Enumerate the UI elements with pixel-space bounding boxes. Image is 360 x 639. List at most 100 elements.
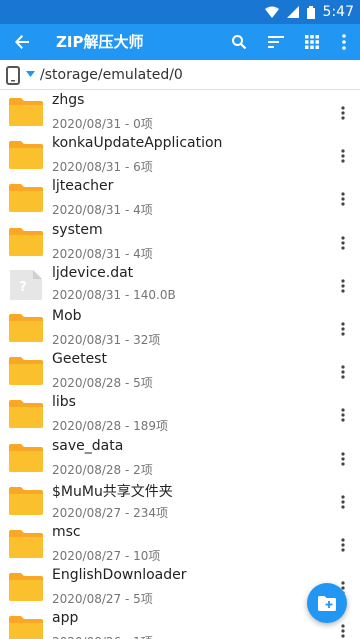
- folder-icon: [8, 97, 44, 127]
- file-list-item[interactable]: system 2020/08/31 - 4项: [0, 221, 360, 264]
- unknown-file-icon: ?: [8, 269, 44, 300]
- grid-view-icon: [305, 35, 319, 49]
- item-more-button[interactable]: [334, 533, 352, 557]
- item-more-button[interactable]: [334, 274, 352, 298]
- file-name: Mob: [52, 307, 82, 324]
- new-folder-button[interactable]: [307, 583, 347, 623]
- back-arrow-icon: [15, 35, 29, 49]
- more-vert-icon: [341, 279, 345, 293]
- file-list-item[interactable]: ? ljdevice.dat 2020/08/31 - 140.0B: [0, 264, 360, 307]
- file-name: system: [52, 221, 103, 238]
- more-vert-icon: [341, 149, 345, 163]
- file-meta: 2020/08/27 - 5项: [52, 592, 153, 607]
- new-folder-icon: [318, 595, 336, 611]
- overflow-menu-button[interactable]: [330, 28, 358, 56]
- folder-icon: [8, 486, 44, 516]
- file-name: app: [52, 610, 79, 627]
- folder-icon: [8, 227, 44, 257]
- sort-button[interactable]: [262, 28, 290, 56]
- file-list-item[interactable]: libs 2020/08/28 - 189项: [0, 393, 360, 436]
- file-meta: 2020/08/28 - 189项: [52, 419, 169, 434]
- folder-icon: [8, 356, 44, 386]
- back-button[interactable]: [8, 28, 36, 56]
- file-meta: 2020/08/31 - 4项: [52, 246, 153, 261]
- more-vert-icon: [341, 106, 345, 120]
- item-more-button[interactable]: [334, 101, 352, 125]
- dropdown-caret-icon[interactable]: [26, 71, 35, 77]
- more-vert-icon: [341, 192, 345, 206]
- file-meta: 2020/08/31 - 6项: [52, 160, 153, 175]
- file-list-item[interactable]: app 2020/08/26 - 1项: [0, 609, 360, 639]
- file-meta: 2020/08/31 - 0项: [52, 117, 153, 131]
- sort-icon: [268, 36, 284, 48]
- search-button[interactable]: [225, 28, 253, 56]
- app-toolbar: ZIP解压大师: [0, 24, 360, 60]
- file-name: konkaUpdateApplication: [52, 135, 223, 152]
- file-name: ljdevice.dat: [52, 264, 134, 281]
- folder-icon: [8, 529, 44, 559]
- current-path: /storage/emulated/0: [40, 67, 183, 83]
- file-name: EnglishDownloader: [52, 567, 187, 584]
- file-name: save_data: [52, 437, 124, 454]
- file-meta: 2020/08/26 - 1项: [52, 633, 153, 639]
- file-list-item[interactable]: Mob 2020/08/31 - 32项: [0, 307, 360, 350]
- item-more-button[interactable]: [334, 231, 352, 255]
- grid-view-button[interactable]: [298, 28, 326, 56]
- file-meta: 2020/08/28 - 2项: [52, 462, 153, 477]
- more-vert-icon: [341, 408, 345, 422]
- item-more-button[interactable]: [334, 619, 352, 639]
- more-vert-icon: [341, 322, 345, 336]
- folder-icon: [8, 313, 44, 343]
- status-time: 5:47: [322, 4, 354, 20]
- wifi-icon: [264, 6, 279, 18]
- file-name: libs: [52, 394, 76, 411]
- folder-icon: [8, 615, 44, 639]
- item-more-button[interactable]: [334, 360, 352, 384]
- more-vert-icon: [342, 34, 346, 50]
- file-list-item[interactable]: $MuMu共享文件夹 2020/08/27 - 234项: [0, 480, 360, 523]
- more-vert-icon: [341, 495, 345, 509]
- file-list-item[interactable]: save_data 2020/08/28 - 2项: [0, 437, 360, 480]
- file-meta: 2020/08/27 - 234项: [52, 505, 169, 520]
- folder-icon: [8, 140, 44, 170]
- status-icons: 5:47: [264, 0, 354, 24]
- file-name: msc: [52, 523, 81, 540]
- file-list-item[interactable]: msc 2020/08/27 - 10项: [0, 523, 360, 566]
- item-more-button[interactable]: [334, 490, 352, 514]
- file-name: Geetest: [52, 351, 107, 368]
- item-more-button[interactable]: [334, 144, 352, 168]
- item-more-button[interactable]: [334, 317, 352, 341]
- folder-icon: [8, 572, 44, 602]
- file-meta: 2020/08/27 - 10项: [52, 548, 161, 563]
- item-more-button[interactable]: [334, 187, 352, 211]
- item-more-button[interactable]: [334, 447, 352, 471]
- battery-icon: [306, 5, 315, 19]
- folder-icon: [8, 183, 44, 213]
- folder-icon: [8, 443, 44, 473]
- folder-icon: [8, 399, 44, 429]
- more-vert-icon: [341, 624, 345, 638]
- svg-text:?: ?: [19, 280, 27, 295]
- file-meta: 2020/08/28 - 5项: [52, 376, 153, 391]
- signal-icon: [286, 6, 299, 18]
- file-list-item[interactable]: ljteacher 2020/08/31 - 4项: [0, 177, 360, 220]
- path-bar[interactable]: /storage/emulated/0: [0, 60, 360, 90]
- search-icon: [232, 35, 247, 50]
- file-meta: 2020/08/31 - 32项: [52, 332, 161, 347]
- more-vert-icon: [341, 538, 345, 552]
- file-list: zhgs 2020/08/31 - 0项 konkaUpdateApplicat…: [0, 91, 360, 639]
- file-list-item[interactable]: zhgs 2020/08/31 - 0项: [0, 91, 360, 134]
- file-name: $MuMu共享文件夹: [52, 483, 173, 500]
- file-list-item[interactable]: konkaUpdateApplication 2020/08/31 - 6项: [0, 134, 360, 177]
- item-more-button[interactable]: [334, 403, 352, 427]
- file-name: zhgs: [52, 92, 85, 108]
- file-meta: 2020/08/31 - 140.0B: [52, 287, 176, 302]
- status-bar: 5:47: [0, 0, 360, 24]
- phone-storage-icon: [6, 66, 20, 85]
- more-vert-icon: [341, 365, 345, 379]
- file-list-item[interactable]: Geetest 2020/08/28 - 5项: [0, 350, 360, 393]
- more-vert-icon: [341, 451, 345, 466]
- app-title: ZIP解压大师: [56, 33, 144, 51]
- file-name: ljteacher: [52, 178, 114, 195]
- file-list-item[interactable]: EnglishDownloader 2020/08/27 - 5项: [0, 566, 360, 609]
